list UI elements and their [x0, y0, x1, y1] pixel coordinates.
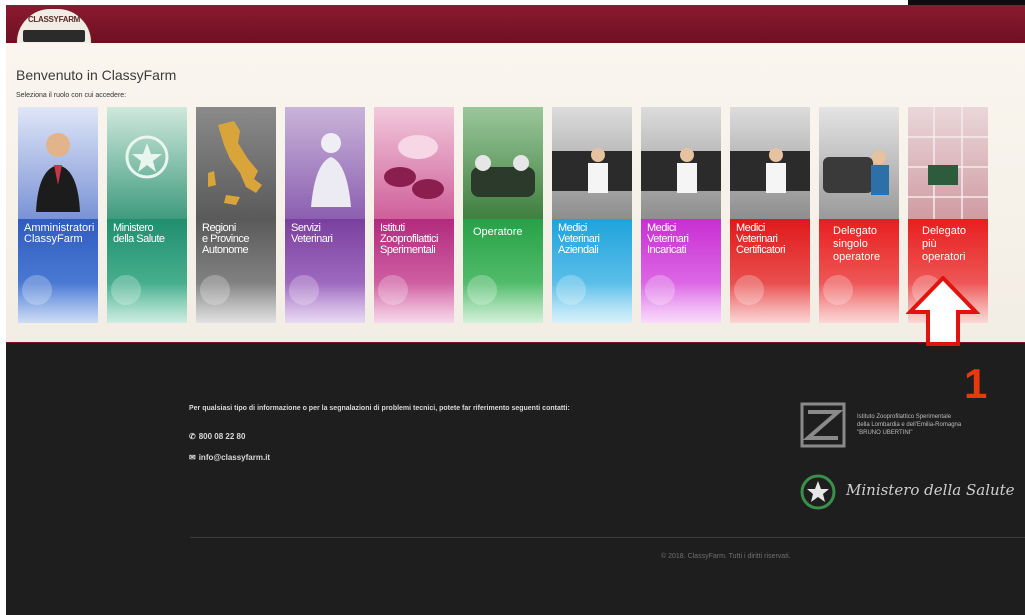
role-tile-amministratori[interactable]: Amministratori ClassyFarm: [18, 107, 98, 323]
italy-map-icon: [208, 121, 262, 205]
tile-photo: [552, 107, 632, 219]
role-tile-medici-certificatori[interactable]: Medici Veterinari Certificatori: [730, 107, 810, 323]
phone-number: 800 08 22 80: [198, 432, 246, 441]
tile-photo: [196, 107, 276, 219]
fade: [463, 283, 543, 323]
vet-with-cows-icon: [730, 148, 810, 193]
role-label: Delegato singolo operatore: [833, 225, 881, 263]
page-title: Benvenuto in ClassyFarm: [16, 67, 177, 83]
role-tile-medici-incaricati[interactable]: Medici Veterinari Incaricati: [641, 107, 721, 323]
fade: [285, 283, 365, 323]
role-tile-delegato-singolo[interactable]: Delegato singolo operatore: [819, 107, 899, 323]
tile-band: Medici Veterinari Certificatori: [730, 219, 810, 323]
tile-photo: [18, 107, 98, 219]
role-label: Medici Veterinari Certificatori: [736, 222, 786, 256]
tile-photo: [463, 107, 543, 219]
page-subtitle: Seleziona il ruolo con cui accedere:: [16, 92, 127, 99]
role-label: Delegato più operatori: [922, 225, 967, 263]
puzzle-icon: [908, 107, 988, 219]
up-arrow-annotation-icon: [906, 276, 980, 346]
fade: [819, 283, 899, 323]
logo-band: [23, 30, 85, 42]
tile-band: Amministratori ClassyFarm: [18, 219, 98, 323]
role-tile-operatore[interactable]: Operatore: [463, 107, 543, 323]
footer-email[interactable]: ✉ info@classyfarm.it: [189, 453, 270, 462]
fade: [107, 283, 187, 323]
footer: [6, 343, 1025, 615]
role-label: Servizi Veterinari: [291, 222, 333, 245]
tile-photo: [730, 107, 810, 219]
role-label: Medici Veterinari Incaricati: [647, 222, 689, 256]
role-label: Medici Veterinari Aziendali: [558, 222, 600, 256]
farmer-with-cow-icon: [823, 150, 889, 195]
role-tile-medici-aziendali[interactable]: Medici Veterinari Aziendali: [552, 107, 632, 323]
footer-divider: [190, 537, 1025, 538]
tile-photo: [374, 107, 454, 219]
fade: [18, 283, 98, 323]
fade: [730, 283, 810, 323]
emblem-icon: [125, 135, 169, 179]
footer-info-text: Per qualsiasi tipo di informazione o per…: [189, 405, 570, 412]
email-address: info@classyfarm.it: [198, 453, 271, 462]
header-bar: [6, 5, 1025, 43]
tile-band: Medici Veterinari Aziendali: [552, 219, 632, 323]
izs-logo-icon: [800, 402, 846, 448]
role-tile-regioni[interactable]: Regioni e Province Autonome: [196, 107, 276, 323]
role-label: Amministratori ClassyFarm: [24, 222, 95, 245]
phone-icon: ✆: [189, 432, 196, 441]
logo-text: CLASSYFARM: [27, 15, 81, 24]
envelope-icon: ✉: [189, 453, 196, 462]
step-number-annotation: 1: [964, 360, 988, 407]
tile-band: Servizi Veterinari: [285, 219, 365, 323]
role-label: Ministero della Salute: [113, 222, 165, 245]
fade: [374, 283, 454, 323]
footer-phone[interactable]: ✆ 800 08 22 80: [189, 432, 245, 441]
italian-emblem-icon: [800, 474, 836, 510]
cattle-icon: [471, 155, 535, 197]
role-label: Istituti Zooprofilattici Sperimentali: [380, 222, 438, 256]
tile-photo: [285, 107, 365, 219]
fade: [641, 283, 721, 323]
vet-with-cows-icon: [552, 148, 632, 193]
tile-band: Medici Veterinari Incaricati: [641, 219, 721, 323]
tile-photo: [641, 107, 721, 219]
role-tile-istituti[interactable]: Istituti Zooprofilattici Sperimentali: [374, 107, 454, 323]
vet-worker-icon: [311, 133, 351, 207]
main-content: Benvenuto in ClassyFarm Seleziona il ruo…: [6, 43, 1025, 343]
role-label: Regioni e Province Autonome: [202, 222, 249, 256]
fade: [552, 283, 632, 323]
izs-institute-text: Istituto Zooprofilattico Sperimentale de…: [857, 414, 962, 436]
fade: [196, 283, 276, 323]
ministero-della-salute-logo: Ministero della Salute: [846, 481, 1015, 499]
copyright-text: © 2018. ClassyFarm. Tutti i diritti rise…: [661, 553, 791, 560]
tile-band: Ministero della Salute: [107, 219, 187, 323]
tile-band: Regioni e Province Autonome: [196, 219, 276, 323]
petri-dish-icon: [384, 135, 444, 199]
vet-with-cows-icon: [641, 148, 721, 193]
businessman-icon: [36, 133, 80, 212]
role-label: Operatore: [473, 226, 523, 238]
tile-photo: [908, 107, 988, 219]
tile-photo: [819, 107, 899, 219]
tile-photo: [107, 107, 187, 219]
tile-band: Istituti Zooprofilattici Sperimentali: [374, 219, 454, 323]
tile-band: Delegato singolo operatore: [819, 219, 899, 323]
role-tile-servizi-veterinari[interactable]: Servizi Veterinari: [285, 107, 365, 323]
role-tile-ministero[interactable]: Ministero della Salute: [107, 107, 187, 323]
tile-band: Operatore: [463, 219, 543, 323]
